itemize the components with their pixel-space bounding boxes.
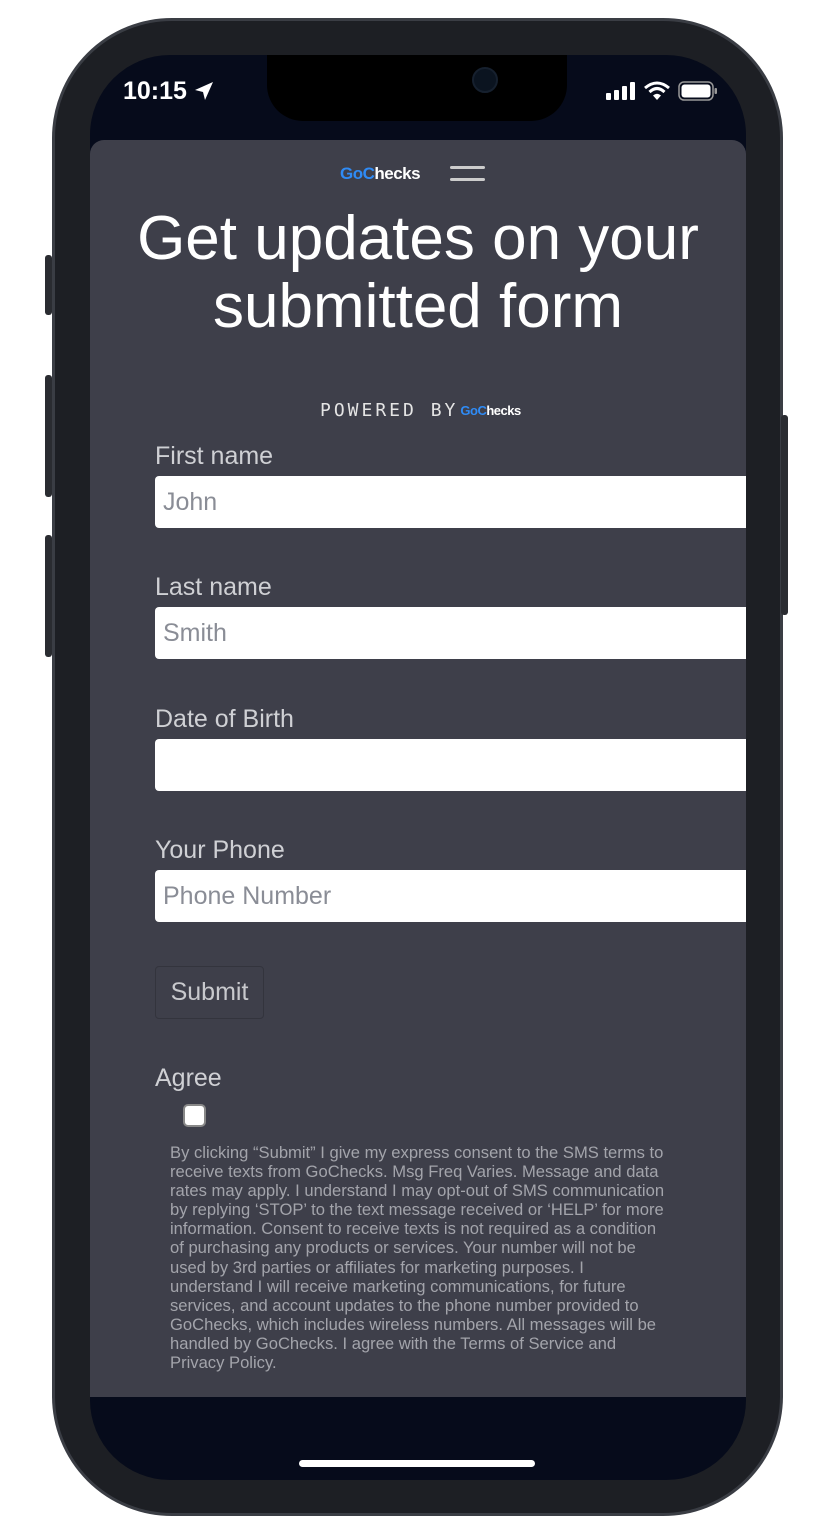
- volume-down-button: [45, 535, 52, 657]
- gochecks-logo[interactable]: GoChecks: [340, 164, 421, 184]
- first-name-input[interactable]: [155, 476, 746, 528]
- phone-input[interactable]: [155, 870, 746, 922]
- last-name-label: Last name: [155, 573, 272, 601]
- hamburger-menu-icon[interactable]: [450, 166, 485, 190]
- gochecks-logo-small: GoChecks: [460, 403, 521, 418]
- first-name-label: First name: [155, 442, 274, 470]
- camera-icon: [472, 67, 498, 93]
- agree-checkbox[interactable]: [183, 1104, 206, 1127]
- powered-by: POWERED BY GoChecks: [320, 400, 521, 421]
- signal-icon: [606, 82, 635, 100]
- volume-up-button: [45, 375, 52, 497]
- location-arrow-icon: [195, 82, 213, 100]
- dob-input[interactable]: [155, 739, 746, 791]
- screen: 10:15 GoChecks Get updates on your submit…: [90, 55, 746, 1480]
- mute-switch: [45, 255, 52, 315]
- page-title: Get updates on your submitted form: [137, 204, 699, 341]
- status-time: 10:15: [123, 77, 187, 105]
- agree-label: Agree: [155, 1064, 222, 1092]
- power-button: [781, 415, 788, 615]
- web-page: GoChecks Get updates on your submitted fo…: [90, 140, 746, 1397]
- wifi-icon: [644, 81, 670, 100]
- notch: [267, 55, 567, 121]
- battery-icon: [678, 81, 717, 101]
- submit-button[interactable]: Submit: [155, 966, 264, 1019]
- home-indicator[interactable]: [299, 1460, 535, 1467]
- phone-label: Your Phone: [155, 836, 285, 864]
- last-name-input[interactable]: [155, 607, 746, 659]
- dob-label: Date of Birth: [155, 705, 294, 733]
- sms-consent-text: By clicking “Submit” I give my express c…: [170, 1143, 665, 1373]
